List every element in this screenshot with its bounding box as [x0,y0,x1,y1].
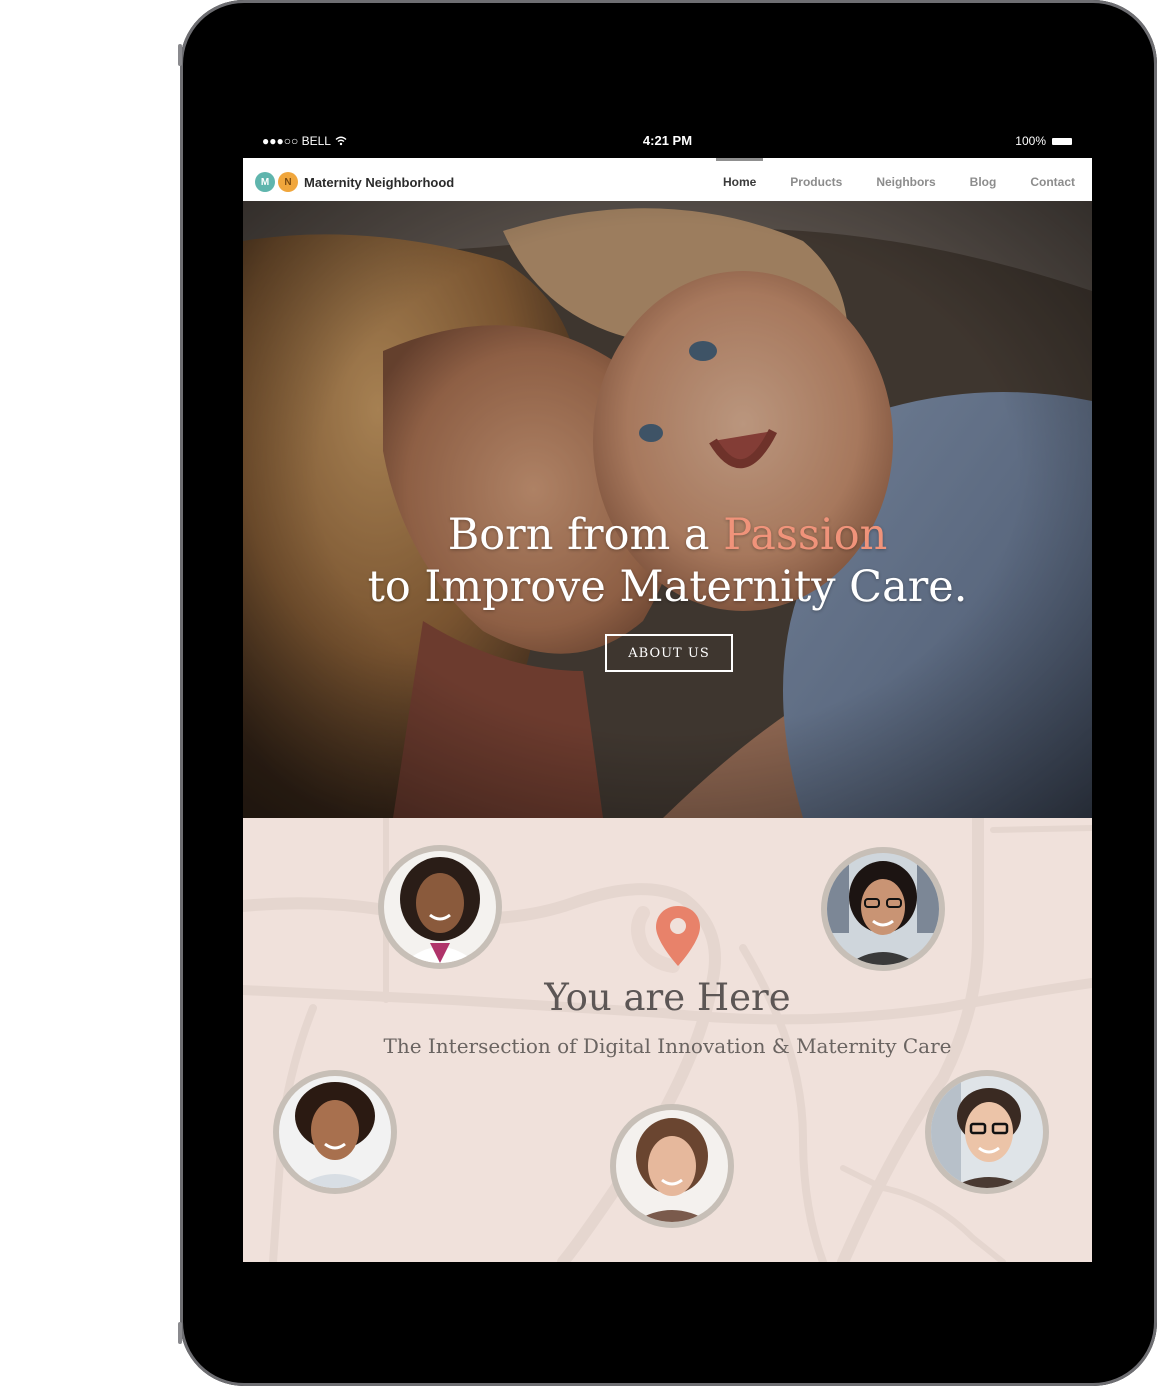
logo-m-badge: M [255,172,275,192]
status-bar: ●●●○○ BELL 4:21 PM 100% [243,128,1092,152]
hero-line2: to Improve Maternity Care. [367,562,968,612]
battery-percent: 100% [1015,134,1046,148]
device-mute-switch [178,44,182,66]
nav-home[interactable]: Home [706,158,773,201]
about-us-button[interactable]: ABOUT US [605,634,733,672]
neighbor-avatar-4[interactable] [610,1104,734,1228]
neighbor-photo-1 [384,851,496,963]
nav-products[interactable]: Products [773,158,859,201]
site-header: M N Maternity Neighborhood Home Products… [243,158,1092,201]
device-side-button [178,1322,182,1344]
clock: 4:21 PM [642,133,693,148]
map-title: You are Here [544,976,791,1019]
battery-icon [1052,137,1072,145]
hero-banner: Born from a Passion to Improve Maternity… [243,201,1092,818]
hero-line1: Born from a [447,510,724,560]
browser-viewport: M N Maternity Neighborhood Home Products… [243,158,1092,1262]
neighbor-avatar-1[interactable] [378,845,502,969]
neighbor-avatar-2[interactable] [821,847,945,971]
nav-neighbors[interactable]: Neighbors [859,158,952,201]
neighborhood-map-section: You are Here The Intersection of Digital… [243,818,1092,1262]
neighbor-avatar-3[interactable] [273,1070,397,1194]
neighbor-photo-3 [279,1076,391,1188]
neighbor-photo-4 [616,1110,728,1222]
hero-headline: Born from a Passion to Improve Maternity… [243,509,1092,613]
neighbor-photo-2 [827,853,939,965]
nav-contact[interactable]: Contact [1013,158,1092,201]
site-logo[interactable]: M N Maternity Neighborhood [255,172,454,192]
map-subtitle: The Intersection of Digital Innovation &… [383,1034,952,1058]
neighbor-avatar-5[interactable] [925,1070,1049,1194]
nav-blog[interactable]: Blog [953,158,1014,201]
brand-name: Maternity Neighborhood [304,174,455,190]
logo-n-badge: N [278,172,298,192]
main-nav: Home Products Neighbors Blog Contact [706,158,1092,201]
location-pin-icon [656,906,700,966]
hero-accent-word: Passion [723,510,888,560]
neighbor-photo-5 [931,1076,1043,1188]
